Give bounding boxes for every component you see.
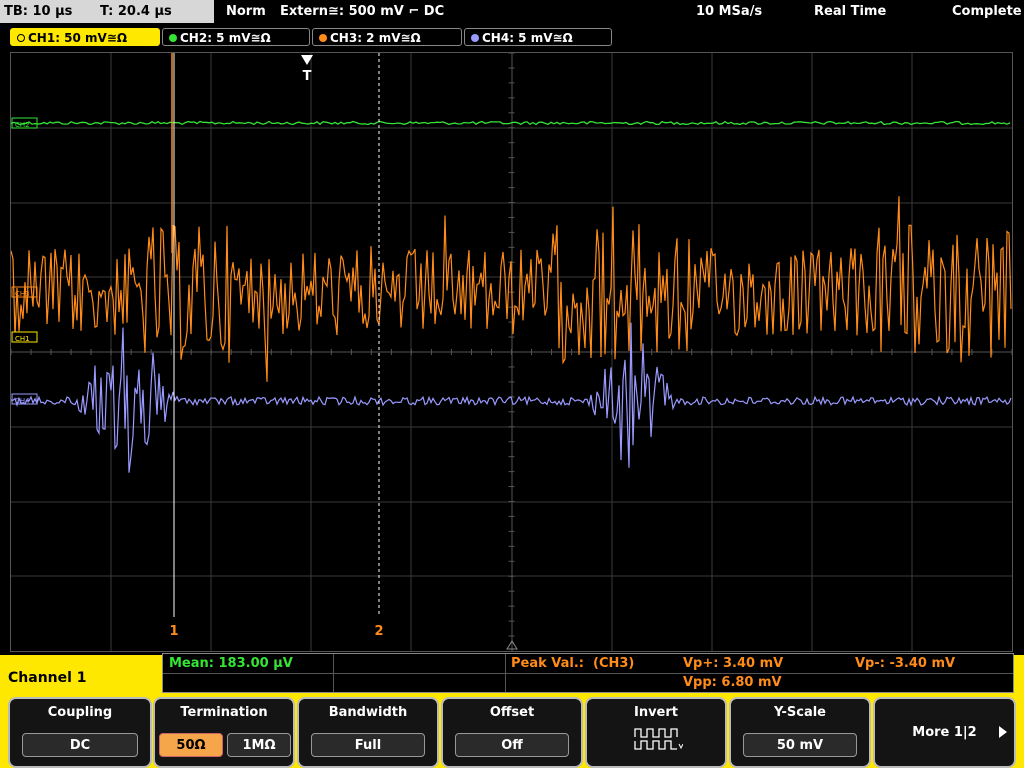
ch4-dot-icon bbox=[471, 33, 479, 42]
ch2-ref-marker[interactable]: CH2 bbox=[15, 121, 30, 129]
trigger-mode-readout[interactable]: Norm bbox=[226, 0, 266, 23]
ch2-trace bbox=[11, 120, 1011, 126]
tab-ch4-label: CH4: 5 mV≅Ω bbox=[482, 31, 573, 45]
tab-ch3-label: CH3: 2 mV≅Ω bbox=[330, 31, 421, 45]
channel-tabs: CH1: 50 mV≅Ω CH2: 5 mV≅Ω CH3: 2 mV≅Ω CH4… bbox=[0, 24, 1024, 48]
offset-title: Offset bbox=[489, 705, 535, 720]
tab-ch2-label: CH2: 5 mV≅Ω bbox=[180, 31, 271, 45]
trigger-marker-label: T bbox=[303, 69, 312, 84]
acq-mode-readout[interactable]: Real Time bbox=[814, 0, 886, 23]
bandwidth-softkey[interactable]: Bandwidth Full bbox=[297, 697, 439, 768]
trigger-time-readout[interactable]: T: 20.4 µs bbox=[100, 0, 172, 23]
termination-50ohm-option[interactable]: 50Ω bbox=[159, 733, 223, 757]
ch1-dot-icon bbox=[17, 33, 25, 42]
panel-title: Channel 1 bbox=[0, 658, 152, 698]
invert-softkey[interactable]: Invert bbox=[585, 697, 727, 768]
offset-softkey[interactable]: Offset Off bbox=[441, 697, 583, 768]
status-bar: TB: 10 µs T: 20.4 µs Norm Extern≅: 500 m… bbox=[0, 0, 1024, 23]
more-title: More 1|2 bbox=[912, 725, 977, 740]
more-softkey[interactable]: More 1|2 bbox=[873, 697, 1016, 768]
invert-waveform-icon bbox=[634, 728, 683, 750]
coupling-title: Coupling bbox=[47, 705, 113, 720]
termination-softkey[interactable]: Termination 50Ω 1MΩ bbox=[153, 697, 295, 768]
waveform-svg: T 1 2 CH2 CH3 CH1 CH4 bbox=[11, 53, 1012, 651]
peak-source: (CH3) bbox=[593, 656, 635, 671]
yscale-value[interactable]: 50 mV bbox=[743, 733, 857, 757]
sample-rate-readout: 10 MSa/s bbox=[696, 4, 763, 19]
offset-value[interactable]: Off bbox=[455, 733, 569, 757]
ch4-ref-marker[interactable]: CH4 bbox=[15, 397, 30, 405]
yscale-title: Y-Scale bbox=[773, 705, 826, 720]
coupling-softkey[interactable]: Coupling DC bbox=[8, 697, 152, 768]
ch1-ref-marker[interactable]: CH1 bbox=[15, 335, 30, 343]
tab-ch2[interactable]: CH2: 5 mV≅Ω bbox=[162, 28, 310, 46]
termination-1mohm-option[interactable]: 1MΩ bbox=[227, 733, 291, 757]
mean-readout: Mean: 183.00 µV bbox=[169, 656, 293, 671]
vpp-readout: Vpp: 6.80 mV bbox=[683, 675, 782, 690]
tab-ch3[interactable]: CH3: 2 mV≅Ω bbox=[312, 28, 462, 46]
tab-ch1-label: CH1: 50 mV≅Ω bbox=[28, 31, 128, 45]
ch3-ref-marker[interactable]: CH3 bbox=[15, 290, 30, 298]
coupling-value[interactable]: DC bbox=[22, 733, 138, 757]
more-arrow-icon bbox=[999, 726, 1007, 738]
yscale-softkey[interactable]: Y-Scale 50 mV bbox=[729, 697, 871, 768]
bandwidth-value[interactable]: Full bbox=[311, 733, 425, 757]
timebase-readout[interactable]: TB: 10 µs bbox=[4, 0, 72, 23]
ch4-trace bbox=[11, 322, 1012, 473]
invert-title: Invert bbox=[633, 705, 678, 720]
trigger-source-readout[interactable]: Extern≅: 500 mV ⌐ DC bbox=[280, 0, 444, 23]
bandwidth-title: Bandwidth bbox=[328, 705, 408, 720]
acq-state-readout: Complete bbox=[952, 4, 1022, 19]
termination-title: Termination bbox=[180, 705, 268, 720]
cursor-1-label: 1 bbox=[169, 624, 178, 639]
tab-ch1[interactable]: CH1: 50 mV≅Ω bbox=[10, 28, 160, 46]
measurement-panel[interactable]: Mean: 183.00 µV Peak Val.: (CH3) Vp+: 3.… bbox=[162, 653, 1014, 693]
tab-ch4[interactable]: CH4: 5 mV≅Ω bbox=[464, 28, 612, 46]
waveform-display[interactable]: T 1 2 CH2 CH3 CH1 CH4 bbox=[10, 52, 1013, 652]
ch3-dot-icon bbox=[319, 33, 327, 42]
cursor-2-label: 2 bbox=[374, 624, 383, 639]
ch2-dot-icon bbox=[169, 33, 177, 42]
vp-plus-readout: Vp+: 3.40 mV bbox=[683, 656, 784, 671]
peak-label: Peak Val.: bbox=[511, 656, 585, 671]
vp-minus-readout: Vp-: -3.40 mV bbox=[855, 656, 956, 671]
